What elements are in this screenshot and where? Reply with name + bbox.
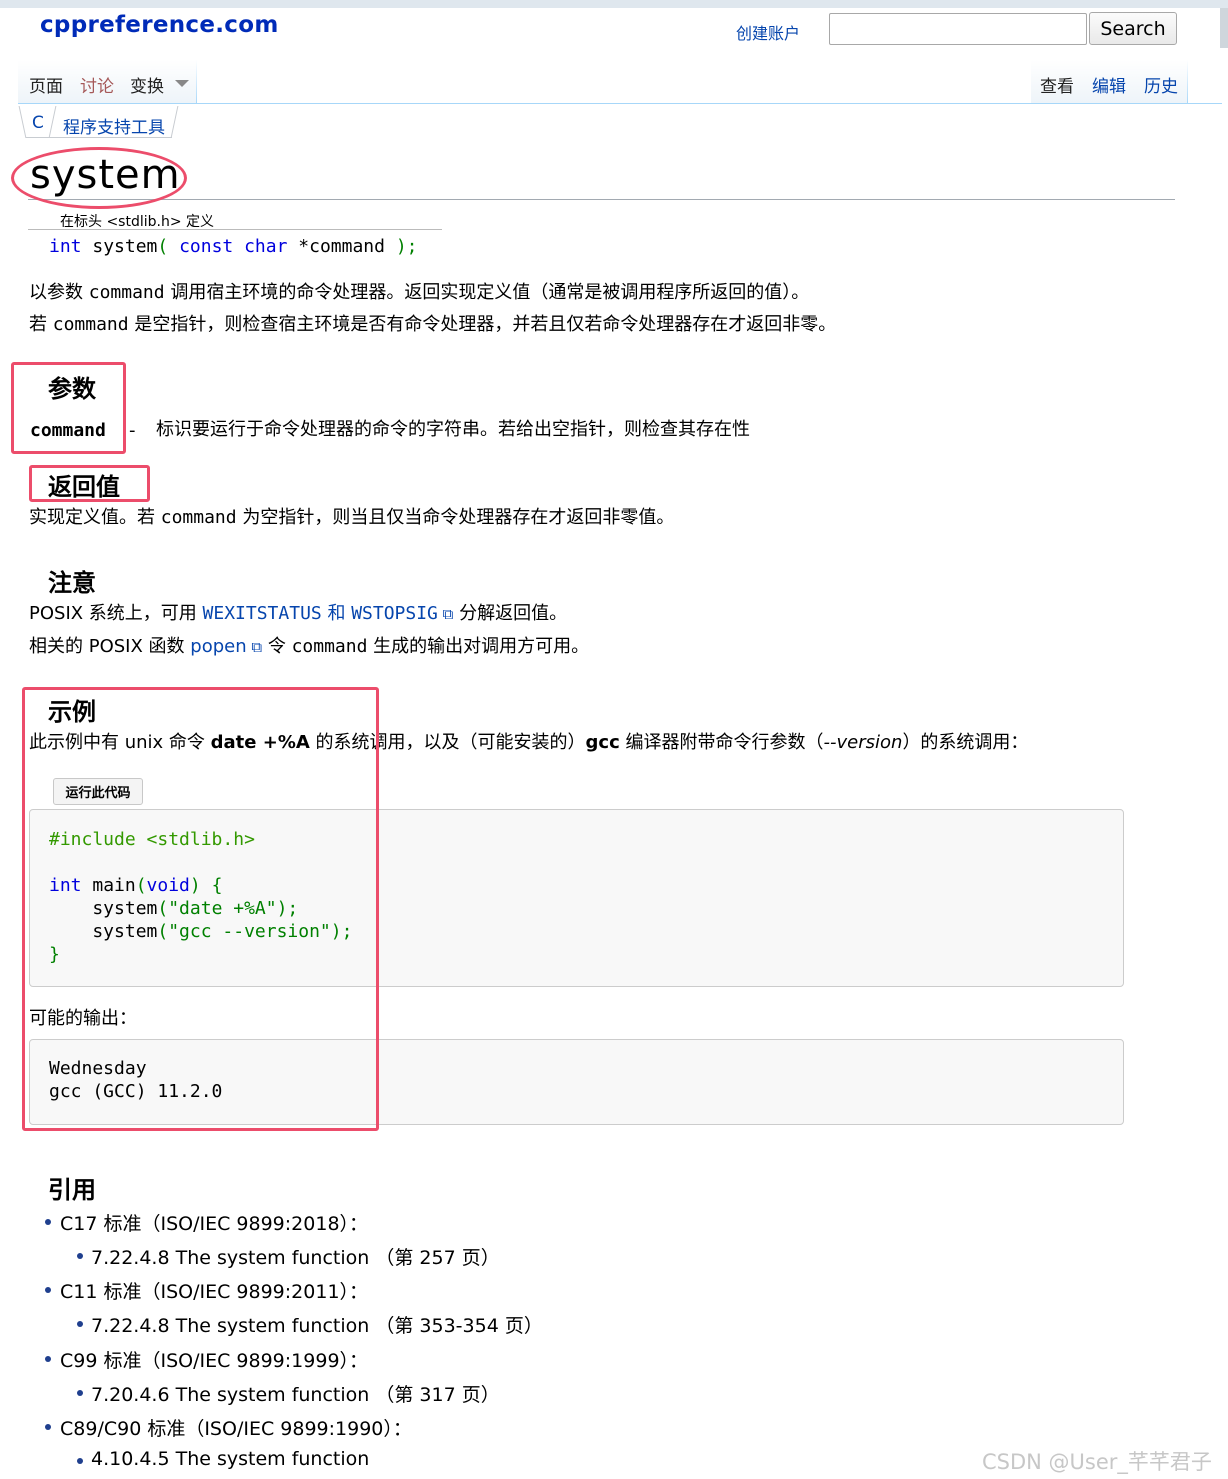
references-heading: 引用: [48, 1176, 96, 1204]
description-line-2: 若 command 是空指针，则检查宿主环境是否有命令处理器，并若且仅若命令处理…: [29, 313, 836, 337]
bullet-icon: [45, 1424, 51, 1430]
parameters-highlight-box: [11, 362, 126, 454]
bullet-icon: [77, 1390, 83, 1396]
text: ）的系统调用：: [902, 732, 1029, 753]
tab-divider: [1187, 60, 1188, 104]
bullet-icon: [77, 1321, 83, 1327]
breadcrumb-item-utility[interactable]: 程序支持工具: [63, 113, 165, 138]
text: 分解返回值。: [453, 603, 568, 624]
function-declaration: int system( const char *command );: [49, 236, 418, 257]
text: 和: [321, 603, 352, 624]
breadcrumb-separator: [48, 106, 57, 138]
parameter-description: 标识要运行于命令处理器的命令的字符串。若给出空指针，则检查其存在性: [156, 419, 750, 440]
bold-text: gcc: [585, 732, 620, 753]
decl-close-paren: );: [395, 236, 418, 257]
title-divider: [28, 199, 1175, 200]
reference-section: 7.22.4.8 The system function （第 257 页）: [91, 1247, 500, 1269]
parameter-dash: -: [129, 420, 136, 441]
inline-code: command: [160, 507, 237, 528]
external-link-icon[interactable]: ⧉: [247, 638, 262, 656]
text: 生成的输出对调用方可用。: [367, 636, 590, 657]
tab-history[interactable]: 历史: [1135, 60, 1187, 103]
browser-strip: [0, 0, 1228, 8]
external-link-icon[interactable]: ⧉: [438, 605, 454, 623]
decl-keyword-const: const: [179, 236, 234, 257]
notes-heading: 注意: [48, 569, 96, 597]
inline-code: command: [291, 636, 368, 657]
decl-space: [233, 236, 244, 257]
breadcrumb-separator: [170, 106, 179, 138]
italic-text: --version: [823, 732, 903, 753]
decl-function-name: system: [81, 236, 158, 257]
tab-baseline: [18, 103, 1222, 104]
bullet-icon: [45, 1287, 51, 1293]
reference-section: 4.10.4.5 The system function: [91, 1448, 370, 1470]
declaration-divider: [28, 229, 442, 230]
create-account-link[interactable]: 创建账户: [736, 20, 800, 44]
header-defined-in: 在标头 <stdlib.h> 定义: [60, 214, 215, 230]
breadcrumb-underline: [26, 137, 172, 138]
breadcrumb-item-c[interactable]: C: [32, 113, 44, 133]
chevron-down-icon[interactable]: [175, 80, 189, 87]
text: 若: [29, 314, 53, 335]
reference-section: 7.22.4.8 The system function （第 353-354 …: [91, 1315, 543, 1337]
tab-page[interactable]: 页面: [18, 60, 74, 103]
text: 以参数: [29, 282, 89, 303]
bullet-icon: [45, 1219, 51, 1225]
example-highlight-box: [22, 687, 379, 1131]
bullet-icon: [77, 1253, 83, 1259]
breadcrumb-edge: [18, 106, 27, 138]
notes-line-1: POSIX 系统上，可用 WEXITSTATUS 和 WSTOPSIG ⧉ 分解…: [29, 602, 567, 626]
reference-standard: C99 标准（ISO/IEC 9899:1999）：: [60, 1350, 369, 1372]
decl-keyword-char: char: [244, 236, 288, 257]
reference-standard: C11 标准（ISO/IEC 9899:2011）：: [60, 1281, 369, 1303]
scrollbar[interactable]: [1220, 8, 1228, 48]
reference-standard: C17 标准（ISO/IEC 9899:2018）：: [60, 1213, 369, 1235]
tab-discussion[interactable]: 讨论: [74, 60, 120, 103]
tab-divider: [196, 60, 197, 104]
bullet-icon: [45, 1356, 51, 1362]
bullet-icon: [77, 1458, 83, 1464]
return-value-highlight-box: [29, 465, 150, 502]
return-value-text: 实现定义值。若 command 为空指针，则当且仅当命令处理器存在才返回非零值。: [29, 506, 674, 530]
description-line-1: 以参数 command 调用宿主环境的命令处理器。返回实现定义值（通常是被调用程…: [29, 281, 809, 305]
notes-line-2: 相关的 POSIX 函数 popen ⧉ 令 command 生成的输出对调用方…: [29, 635, 589, 659]
watermark: CSDN @User_芊芊君子: [982, 1450, 1212, 1474]
decl-parameter: *command: [287, 236, 396, 257]
decl-keyword-int: int: [49, 236, 82, 257]
wstopsig-link[interactable]: WSTOPSIG: [351, 603, 438, 624]
inline-code: command: [88, 282, 165, 303]
text: POSIX 系统上，可用: [29, 603, 203, 624]
tab-edit[interactable]: 编辑: [1083, 60, 1135, 103]
text: 实现定义值。若: [29, 507, 161, 528]
text: 为空指针，则当且仅当命令处理器存在才返回非零值。: [236, 507, 675, 528]
search-input[interactable]: [829, 13, 1087, 45]
tab-view[interactable]: 查看: [1031, 60, 1083, 103]
text: 相关的 POSIX 函数: [29, 636, 191, 657]
search-button[interactable]: Search: [1089, 12, 1177, 45]
decl-open-paren: (: [157, 236, 180, 257]
popen-link[interactable]: popen: [190, 636, 246, 657]
wexitstatus-link[interactable]: WEXITSTATUS: [203, 603, 322, 624]
text: 是空指针，则检查宿主环境是否有命令处理器，并若且仅若命令处理器存在才返回非零。: [128, 314, 837, 335]
title-highlight-ellipse: [11, 147, 187, 209]
text: 调用宿主环境的命令处理器。返回实现定义值（通常是被调用程序所返回的值）。: [164, 282, 810, 303]
reference-standard: C89/C90 标准（ISO/IEC 9899:1990）：: [60, 1418, 412, 1440]
reference-section: 7.20.4.6 The system function （第 317 页）: [91, 1384, 500, 1406]
site-logo[interactable]: cppreference.com: [40, 12, 279, 38]
inline-code: command: [52, 314, 129, 335]
text: 编译器附带命令行参数（: [619, 732, 824, 753]
text: 令: [262, 636, 292, 657]
